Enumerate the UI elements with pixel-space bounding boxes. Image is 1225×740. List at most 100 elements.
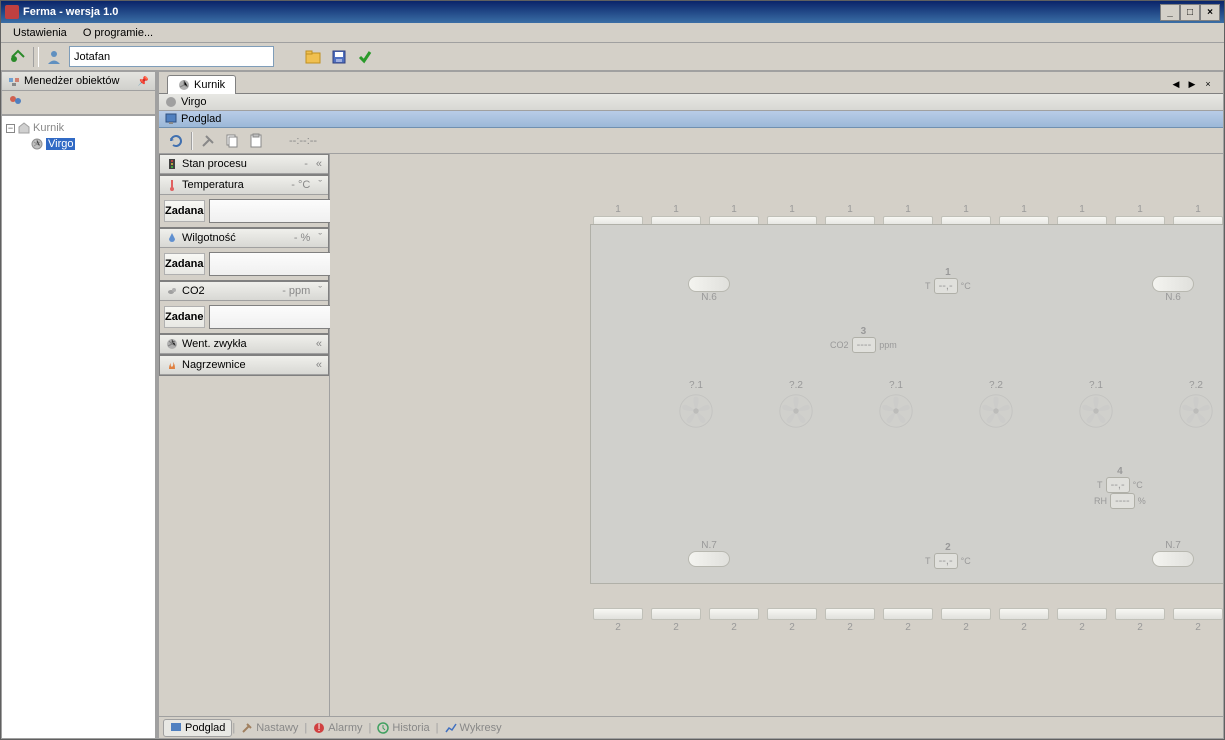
- fan-label: ?.2: [978, 380, 1014, 391]
- inlet-box[interactable]: [941, 608, 991, 620]
- inlet-label: 2: [593, 622, 643, 633]
- tree-root[interactable]: − Kurnik: [6, 120, 151, 136]
- object-manager-header: Menedżer obiektów 📌: [2, 72, 155, 91]
- btab-nastawy[interactable]: Nastawy: [235, 720, 304, 736]
- sensor-2[interactable]: 2 T --,- °C: [925, 542, 971, 569]
- profile-input[interactable]: [69, 46, 274, 67]
- inlet-label: 2: [1173, 622, 1223, 633]
- sensor-3[interactable]: 3 CO2 ---- ppm: [830, 326, 897, 353]
- section-heaters[interactable]: Nagrzewnice «: [160, 356, 328, 375]
- fan-2[interactable]: ?.1: [878, 380, 914, 432]
- tab-close-button[interactable]: ×: [1201, 79, 1215, 93]
- expand-icon[interactable]: −: [6, 124, 15, 133]
- inlet-label: 2: [941, 622, 991, 633]
- sensor-1[interactable]: 1 T --,- °C: [925, 267, 971, 294]
- hum-setpoint-label: Zadana: [164, 253, 205, 275]
- inlet-label: 2: [651, 622, 701, 633]
- section-process-label: Stan procesu: [182, 158, 247, 170]
- inlet-label: 1: [593, 204, 643, 215]
- section-heat-label: Nagrzewnice: [182, 359, 246, 371]
- sensor-4[interactable]: 4 T --,- °C RH ---- %: [1094, 466, 1146, 509]
- fan-3[interactable]: ?.2: [978, 380, 1014, 432]
- heater-n7-left[interactable]: N.7: [688, 540, 730, 567]
- object-manager-panel: Menedżer obiektów 📌 − Kurnik Virgo: [1, 71, 156, 739]
- inlet-label: 1: [1115, 204, 1165, 215]
- menu-about[interactable]: O programie...: [75, 25, 161, 41]
- inlet-box[interactable]: [709, 608, 759, 620]
- fan-0[interactable]: ?.1: [678, 380, 714, 432]
- inlet-box[interactable]: [651, 608, 701, 620]
- tools-button[interactable]: [197, 130, 219, 152]
- inlet-label: 1: [999, 204, 1049, 215]
- tab-label: Kurnik: [194, 79, 225, 91]
- fan-label: ?.1: [1078, 380, 1114, 391]
- fan-icon: [978, 393, 1014, 429]
- floor-plan-viewport[interactable]: 111111111111 222222222222 N.6 N.6 N.7 N.…: [330, 154, 1223, 716]
- svg-text:!: !: [318, 722, 321, 734]
- section-hum-label: Wilgotność: [182, 232, 236, 244]
- copy-button[interactable]: [221, 130, 243, 152]
- user-button[interactable]: [43, 46, 65, 68]
- bottom-tab-bar: Podglad | Nastawy | ! Alarmy | Historia …: [159, 716, 1223, 738]
- inlet-box[interactable]: [999, 608, 1049, 620]
- refresh-button[interactable]: [165, 130, 187, 152]
- inlet-box[interactable]: [883, 608, 933, 620]
- inlet-label: 2: [767, 622, 817, 633]
- inlet-box[interactable]: [767, 608, 817, 620]
- tree-child-label: Virgo: [46, 138, 75, 150]
- fan-label: ?.1: [678, 380, 714, 391]
- section-ventilation[interactable]: Went. zwykła «: [160, 335, 328, 354]
- fan-5[interactable]: ?.2: [1178, 380, 1214, 432]
- monitor-icon: [165, 113, 177, 125]
- inlet-label: 2: [883, 622, 933, 633]
- tab-kurnik[interactable]: Kurnik: [167, 75, 236, 94]
- section-process[interactable]: Stan procesu - «: [160, 155, 328, 174]
- paste-button[interactable]: [245, 130, 267, 152]
- tree-child-virgo[interactable]: Virgo: [6, 136, 151, 152]
- pin-icon[interactable]: 📌: [138, 76, 149, 87]
- heater-n7-right[interactable]: N.7: [1152, 540, 1194, 567]
- apply-button[interactable]: [354, 46, 376, 68]
- btab-podglad[interactable]: Podglad: [163, 719, 232, 737]
- inlet-box[interactable]: [1173, 608, 1223, 620]
- menu-settings[interactable]: Ustawienia: [5, 25, 75, 41]
- object-tree[interactable]: − Kurnik Virgo: [2, 115, 155, 738]
- section-temp-label: Temperatura: [182, 179, 244, 191]
- tab-prev-button[interactable]: ◀: [1169, 79, 1183, 93]
- view-name: Podglad: [181, 113, 221, 125]
- view-header: Podglad: [159, 111, 1223, 128]
- users-icon[interactable]: [8, 94, 22, 108]
- heater-n6-right[interactable]: N.6: [1152, 276, 1194, 303]
- btab-historia[interactable]: Historia: [371, 720, 435, 736]
- save-button[interactable]: [328, 46, 350, 68]
- section-temperature[interactable]: Temperatura - °C ˇ: [160, 176, 328, 195]
- inlet-box[interactable]: [1057, 608, 1107, 620]
- inlet-box[interactable]: [1115, 608, 1165, 620]
- section-vent-label: Went. zwykła: [182, 338, 247, 350]
- inlet-box[interactable]: [825, 608, 875, 620]
- close-button[interactable]: ×: [1200, 4, 1220, 21]
- maximize-button[interactable]: □: [1180, 4, 1200, 21]
- section-humidity[interactable]: Wilgotność - % ˇ: [160, 229, 328, 248]
- fan-icon: [1178, 393, 1214, 429]
- tab-next-button[interactable]: ▶: [1185, 79, 1199, 93]
- inlet-box[interactable]: [593, 608, 643, 620]
- heater-n6-left[interactable]: N.6: [688, 276, 730, 303]
- clock-display: --:--:--: [289, 135, 317, 147]
- btab-alarmy[interactable]: ! Alarmy: [307, 720, 368, 736]
- fan-4[interactable]: ?.1: [1078, 380, 1114, 432]
- inlet-label: 1: [941, 204, 991, 215]
- view-toolbar: --:--:--: [159, 128, 1223, 154]
- folder-button[interactable]: [302, 46, 324, 68]
- minimize-button[interactable]: _: [1160, 4, 1180, 21]
- co2-setpoint-label: Zadane: [164, 306, 205, 328]
- connect-button[interactable]: [7, 46, 29, 68]
- fan-icon: [778, 393, 814, 429]
- section-co2[interactable]: CO2 - ppm ˇ: [160, 282, 328, 301]
- fan-1[interactable]: ?.2: [778, 380, 814, 432]
- fan-label: ?.2: [1178, 380, 1214, 391]
- btab-wykresy[interactable]: Wykresy: [439, 720, 508, 736]
- app-icon: [5, 5, 19, 19]
- tab-bar: Kurnik ◀ ▶ ×: [159, 72, 1223, 94]
- menubar: Ustawienia O programie...: [1, 23, 1224, 43]
